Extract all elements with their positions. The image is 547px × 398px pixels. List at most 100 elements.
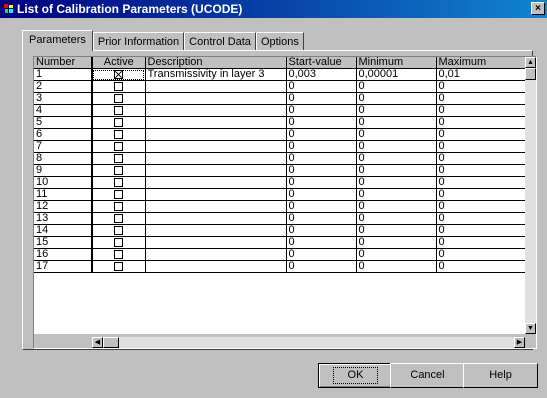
horizontal-scroll-thumb[interactable] [103, 337, 119, 348]
checkbox-icon[interactable] [114, 141, 124, 151]
table-row[interactable]: 8000 [34, 152, 526, 165]
description-cell[interactable] [145, 116, 287, 129]
checkbox-icon[interactable] [114, 153, 124, 163]
description-cell[interactable] [145, 152, 287, 165]
maximum-cell[interactable]: 0 [436, 188, 526, 201]
active-checkbox-cell[interactable] [92, 236, 146, 249]
vertical-scrollbar[interactable]: ▲ ▼ [525, 57, 536, 334]
checkbox-icon[interactable] [114, 117, 124, 127]
description-cell[interactable] [145, 224, 287, 237]
table-row[interactable]: 6000 [34, 128, 526, 141]
start-value-cell[interactable]: 0 [286, 260, 357, 273]
start-value-cell[interactable]: 0 [286, 176, 357, 189]
start-value-cell[interactable]: 0 [286, 116, 357, 129]
start-value-cell[interactable]: 0 [286, 164, 357, 177]
column-header-number[interactable]: Number [34, 57, 93, 69]
description-cell[interactable] [145, 164, 287, 177]
active-checkbox-cell[interactable] [92, 260, 146, 273]
table-row[interactable]: 11 0 0 0 [34, 188, 526, 201]
start-value-cell[interactable]: 0 [286, 128, 357, 141]
checkbox-icon[interactable] [114, 81, 124, 91]
close-button[interactable]: × [531, 2, 545, 15]
minimum-cell[interactable]: 0,00001 [356, 68, 437, 81]
checkbox-icon[interactable] [114, 225, 124, 235]
start-value-cell[interactable]: 0 [286, 80, 357, 93]
minimum-cell[interactable]: 0 [356, 200, 437, 213]
maximum-cell[interactable]: 0 [436, 212, 526, 225]
tab-options[interactable]: Options [255, 32, 304, 50]
maximum-cell[interactable]: 0 [436, 152, 526, 165]
maximum-cell[interactable]: 0,01 [436, 68, 526, 81]
maximum-cell[interactable]: 0 [436, 248, 526, 261]
maximum-cell[interactable]: 0 [436, 80, 526, 93]
minimum-cell[interactable]: 0 [356, 92, 437, 105]
checked-checkbox-icon[interactable] [114, 69, 124, 79]
description-cell[interactable] [145, 236, 287, 249]
checkbox-icon[interactable] [114, 93, 124, 103]
description-cell[interactable] [145, 200, 287, 213]
checkbox-icon[interactable] [114, 165, 124, 175]
checkbox-icon[interactable] [114, 261, 124, 271]
maximum-cell[interactable]: 0 [436, 260, 526, 273]
table-row[interactable]: 12 0 0 0 [34, 200, 526, 213]
maximum-cell[interactable]: 0 [436, 92, 526, 105]
column-header-description[interactable]: Description [145, 57, 287, 69]
horizontal-scrollbar[interactable]: ◀ ▶ [92, 337, 525, 348]
table-row[interactable]: 10 0 0 0 [34, 176, 526, 189]
maximum-cell[interactable]: 0 [436, 224, 526, 237]
table-row[interactable]: 5000 [34, 116, 526, 129]
description-cell[interactable] [145, 104, 287, 117]
tab-control-data[interactable]: Control Data [184, 32, 256, 50]
start-value-cell[interactable]: 0 [286, 92, 357, 105]
checkbox-icon[interactable] [114, 213, 124, 223]
description-cell[interactable] [145, 212, 287, 225]
table-row[interactable]: 7000 [34, 140, 526, 153]
minimum-cell[interactable]: 0 [356, 248, 437, 261]
table-row[interactable]: 14 0 0 0 [34, 224, 526, 237]
title-bar[interactable]: List of Calibration Parameters (UCODE) × [0, 0, 547, 18]
parameters-grid[interactable]: Number Active Description Start-value Mi… [33, 56, 537, 349]
start-value-cell[interactable]: 0 [286, 212, 357, 225]
column-header-minimum[interactable]: Minimum [356, 57, 437, 69]
maximum-cell[interactable]: 0 [436, 176, 526, 189]
active-checkbox-cell[interactable] [92, 188, 146, 201]
active-checkbox-cell[interactable] [92, 104, 146, 117]
table-row[interactable]: 1 Transmissivity in layer 3 0,003 0,00001 0,… [34, 68, 526, 81]
description-cell[interactable] [145, 140, 287, 153]
start-value-cell[interactable]: 0 [286, 188, 357, 201]
table-row[interactable]: 2000 [34, 80, 526, 93]
start-value-cell[interactable]: 0 [286, 152, 357, 165]
active-checkbox-cell[interactable] [92, 116, 146, 129]
start-value-cell[interactable]: 0 [286, 236, 357, 249]
start-value-cell[interactable]: 0 [286, 140, 357, 153]
start-value-cell[interactable]: 0 [286, 200, 357, 213]
active-checkbox-cell[interactable] [92, 212, 146, 225]
description-cell[interactable] [145, 188, 287, 201]
table-row[interactable]: 4000 [34, 104, 526, 117]
checkbox-icon[interactable] [114, 105, 124, 115]
maximum-cell[interactable]: 0 [436, 140, 526, 153]
active-checkbox-cell[interactable] [92, 248, 146, 261]
maximum-cell[interactable]: 0 [436, 164, 526, 177]
table-row[interactable]: 17 0 0 0 [34, 260, 526, 273]
table-row[interactable]: 16 0 0 0 [34, 248, 526, 261]
start-value-cell[interactable]: 0 [286, 104, 357, 117]
table-row[interactable]: 13 0 0 0 [34, 212, 526, 225]
description-cell[interactable] [145, 248, 287, 261]
scroll-up-arrow-icon[interactable]: ▲ [525, 57, 536, 68]
minimum-cell[interactable]: 0 [356, 224, 437, 237]
maximum-cell[interactable]: 0 [436, 128, 526, 141]
description-cell[interactable] [145, 260, 287, 273]
description-cell[interactable] [145, 128, 287, 141]
checkbox-icon[interactable] [114, 201, 124, 211]
active-checkbox-cell[interactable] [92, 140, 146, 153]
active-checkbox-cell[interactable] [92, 176, 146, 189]
minimum-cell[interactable]: 0 [356, 188, 437, 201]
table-row[interactable]: 15 0 0 0 [34, 236, 526, 249]
scroll-left-arrow-icon[interactable]: ◀ [92, 337, 103, 348]
column-header-active[interactable]: Active [92, 57, 146, 69]
maximum-cell[interactable]: 0 [436, 116, 526, 129]
start-value-cell[interactable]: 0 [286, 248, 357, 261]
active-checkbox-cell[interactable] [92, 68, 146, 81]
active-checkbox-cell[interactable] [92, 200, 146, 213]
